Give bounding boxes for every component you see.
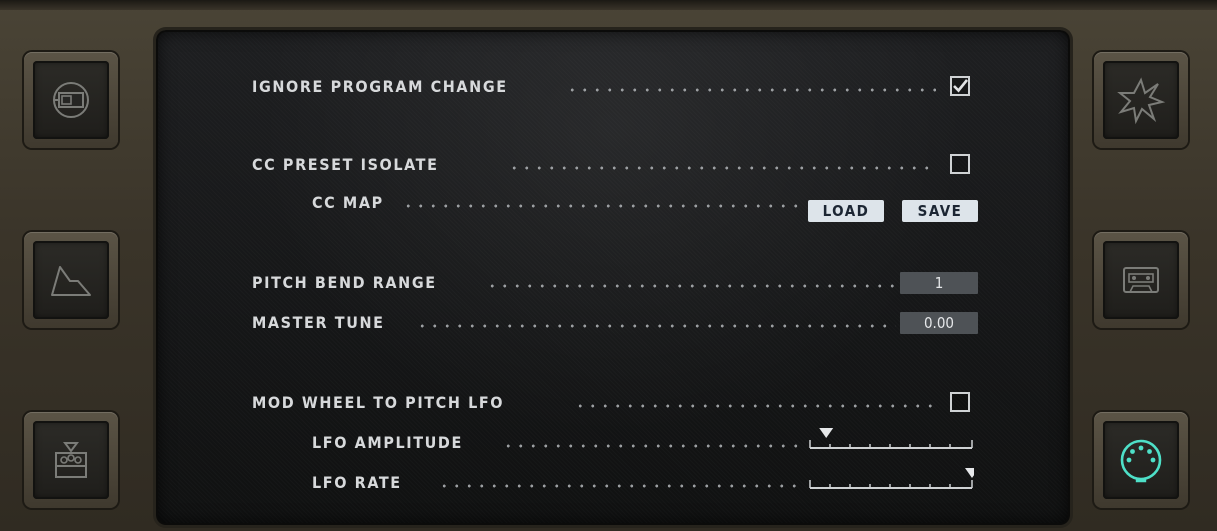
- device-frame: IGNORE PROGRAM CHANGE CC PRESET ISOLATE …: [0, 0, 1217, 531]
- lfo-rate-label: LFO RATE: [312, 472, 402, 492]
- lfo-amplitude-slider[interactable]: [808, 428, 974, 450]
- cassette-icon: [1123, 267, 1159, 293]
- effects-starburst-icon: [1117, 77, 1166, 125]
- controller-icon: [55, 442, 87, 478]
- mod-wheel-to-pitch-lfo-checkbox[interactable]: [950, 392, 970, 412]
- dot-leader: [502, 444, 802, 448]
- cc-preset-isolate-checkbox[interactable]: [950, 154, 970, 174]
- pitch-bend-range-label: PITCH BEND RANGE: [252, 272, 437, 292]
- view-toggle-button-face: [33, 61, 109, 139]
- view-toggle-button[interactable]: [24, 52, 118, 148]
- mod-wheel-to-pitch-lfo-label: MOD WHEEL TO PITCH LFO: [252, 392, 505, 412]
- effects-button-face: [1103, 61, 1179, 139]
- midi-button[interactable]: [1094, 412, 1188, 508]
- ignore-program-change-checkbox[interactable]: [950, 76, 970, 96]
- cassette-button-face: [1103, 241, 1179, 319]
- dot-leader: [402, 204, 806, 208]
- pitch-bend-range-field[interactable]: 1: [900, 272, 978, 294]
- dot-leader: [574, 404, 936, 408]
- dot-leader: [566, 88, 936, 92]
- cc-map-load-button[interactable]: LOAD: [808, 200, 884, 222]
- master-tune-field[interactable]: 0.00: [900, 312, 978, 334]
- cc-preset-isolate-label: CC PRESET ISOLATE: [252, 154, 439, 174]
- ignore-program-change-label: IGNORE PROGRAM CHANGE: [252, 76, 508, 96]
- checkmark-icon: [953, 79, 968, 93]
- envelope-button[interactable]: [24, 232, 118, 328]
- midi-connector-icon: [1120, 439, 1162, 483]
- cc-map-save-button[interactable]: SAVE: [902, 200, 978, 222]
- dot-leader: [438, 484, 802, 488]
- midi-button-face: [1103, 421, 1179, 499]
- cc-map-label: CC MAP: [312, 192, 384, 212]
- lfo-amplitude-label: LFO AMPLITUDE: [312, 432, 463, 452]
- slider-track: [809, 428, 973, 449]
- dot-leader: [508, 166, 936, 170]
- controller-button[interactable]: [24, 412, 118, 508]
- envelope-button-face: [33, 241, 109, 319]
- envelope-icon: [51, 266, 91, 296]
- cassette-button[interactable]: [1094, 232, 1188, 328]
- settings-screen: IGNORE PROGRAM CHANGE CC PRESET ISOLATE …: [156, 30, 1070, 525]
- dot-leader: [486, 284, 896, 288]
- lfo-rate-slider[interactable]: [808, 468, 974, 490]
- slider-track: [809, 468, 974, 489]
- slider-thumb-icon[interactable]: [965, 468, 974, 478]
- master-tune-label: MASTER TUNE: [252, 312, 385, 332]
- dot-leader: [416, 324, 896, 328]
- effects-button[interactable]: [1094, 52, 1188, 148]
- slider-thumb-icon[interactable]: [819, 428, 834, 438]
- view-toggle-icon: [53, 82, 89, 118]
- controller-button-face: [33, 421, 109, 499]
